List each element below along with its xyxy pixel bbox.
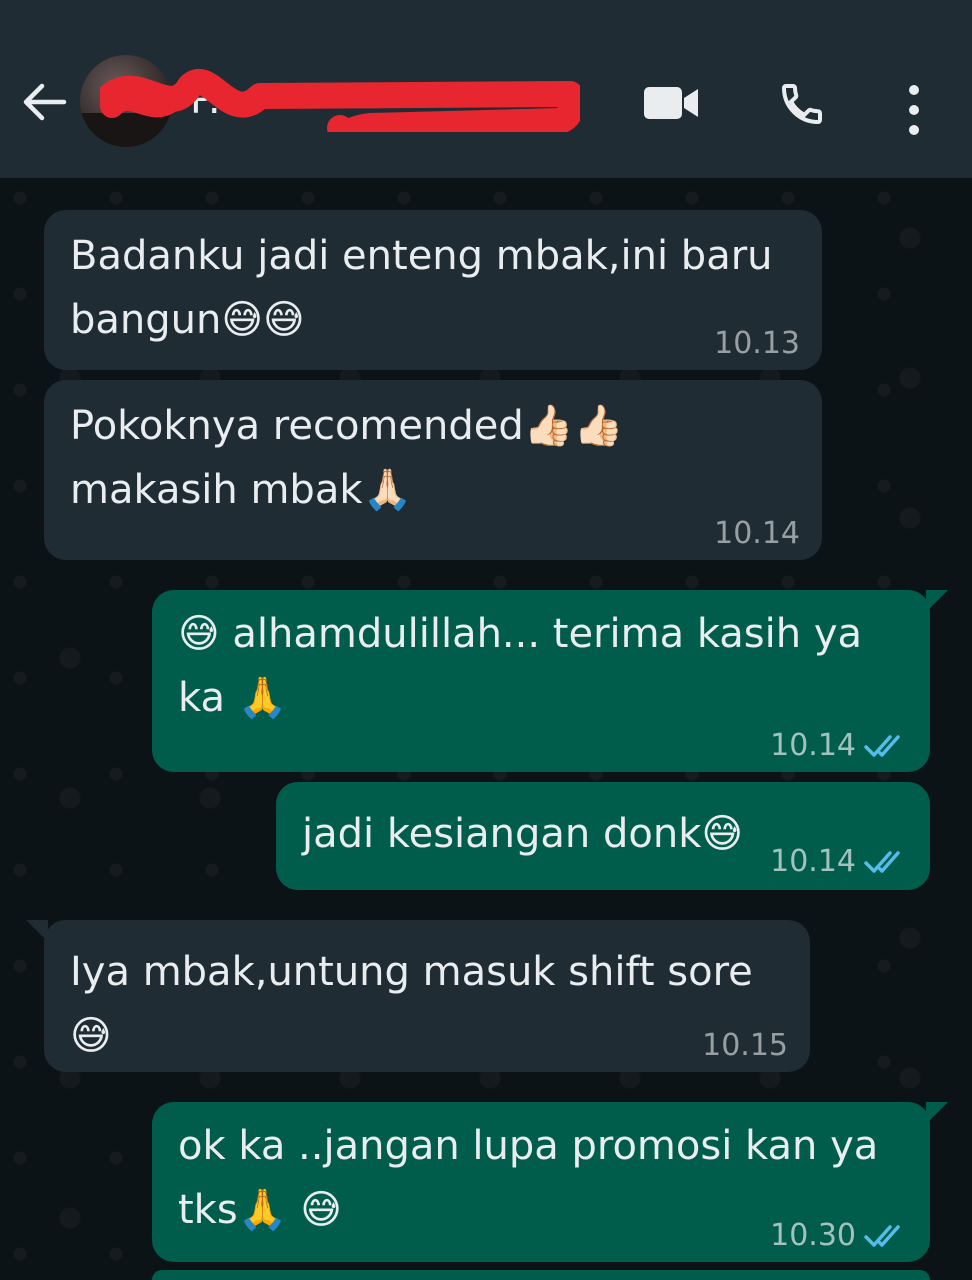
double-check-read-icon — [864, 735, 900, 757]
status-bar — [0, 0, 972, 10]
message-meta: 10.14 — [770, 728, 908, 764]
message-time: 10.13 — [714, 326, 800, 361]
bubble-tail — [926, 1102, 948, 1124]
message-time: 10.30 — [770, 1218, 856, 1253]
message-time: 10.14 — [770, 728, 856, 763]
message-time: 10.14 — [714, 516, 800, 551]
message-text: Pokoknya recomended👍🏻👍🏻 makasih mbak🙏🏻 — [70, 403, 624, 513]
bubble-tail — [26, 920, 48, 942]
redaction-scribble — [100, 68, 580, 132]
double-check-read-icon — [864, 1225, 900, 1247]
message-text: Badanku jadi enteng mbak,ini baru bangun… — [70, 233, 773, 343]
message-bubble-outgoing[interactable]: 😅 alhamdulillah... terima kasih ya ka 🙏 … — [152, 590, 948, 772]
back-arrow-icon[interactable] — [20, 82, 68, 122]
message-bubble-outgoing[interactable]: ok ka ..jangan lupa promosi kan ya tks🙏 … — [152, 1102, 948, 1262]
phone-call-icon[interactable] — [778, 80, 826, 128]
message-bubble-outgoing[interactable]: jadi kesiangan donk😅 10.14 — [276, 782, 930, 890]
message-time: 10.15 — [702, 1028, 788, 1063]
more-vert-icon[interactable] — [902, 80, 926, 140]
message-bubble-incoming[interactable]: Pokoknya recomended👍🏻👍🏻 makasih mbak🙏🏻 1… — [44, 380, 822, 560]
message-meta: 10.13 — [714, 326, 800, 362]
message-meta: 10.14 — [770, 844, 908, 880]
message-meta: 10.14 — [714, 516, 800, 552]
message-bubble-incoming[interactable]: Iya mbak,untung masuk shift sore😅 10.15 — [26, 920, 810, 1072]
message-text: Iya mbak,untung masuk shift sore😅 — [70, 949, 753, 1059]
chat-header: P... — [0, 10, 972, 178]
message-meta: 10.15 — [702, 1028, 788, 1064]
video-call-icon[interactable] — [642, 84, 700, 122]
bubble-tail — [926, 590, 948, 612]
message-bubble-incoming[interactable]: Badanku jadi enteng mbak,ini baru bangun… — [44, 210, 822, 370]
message-meta: 10.30 — [770, 1218, 908, 1254]
message-text: 😅 alhamdulillah... terima kasih ya ka 🙏 — [178, 611, 863, 721]
message-time: 10.14 — [770, 844, 856, 879]
message-bubble-outgoing-partial[interactable] — [152, 1270, 930, 1280]
double-check-read-icon — [864, 851, 900, 873]
